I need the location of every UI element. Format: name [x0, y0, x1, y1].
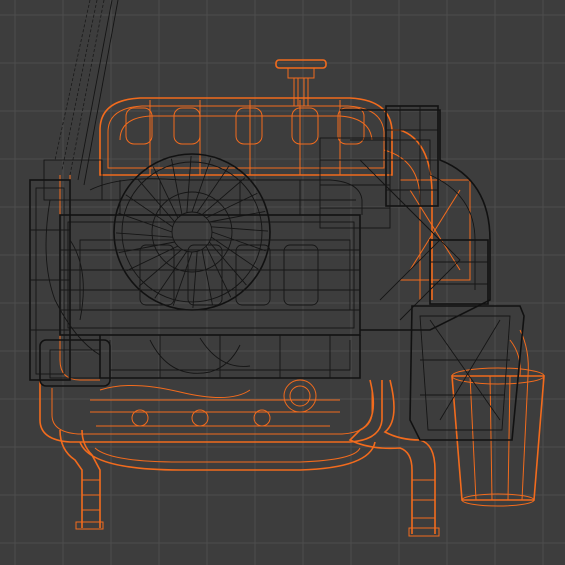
- flywheel-spoke: [191, 158, 212, 213]
- flywheel-spoke: [192, 251, 198, 309]
- timing-cover: [29, 159, 111, 387]
- oil-cup: [451, 329, 545, 507]
- flywheel-spoke: [171, 158, 183, 215]
- engine-block-selected-mesh[interactable]: [39, 59, 545, 537]
- flywheel-spoke: [172, 251, 193, 306]
- engine-components-wireframe[interactable]: [29, 105, 525, 441]
- viewport-canvas[interactable]: [0, 0, 565, 565]
- flywheel-spoke: [186, 155, 192, 213]
- lower-right-case: [409, 305, 525, 441]
- sump-details: [99, 385, 271, 427]
- radiator-cap: [275, 59, 327, 107]
- flywheel-spoke: [118, 212, 173, 233]
- flywheel-spoke: [118, 241, 175, 253]
- camera-guide-lines: [54, 0, 119, 186]
- 3d-viewport[interactable]: [0, 0, 565, 565]
- cylinders: [139, 244, 319, 306]
- flywheel-spoke: [211, 226, 269, 232]
- engine-skirt: [99, 335, 361, 379]
- flywheel-spoke: [211, 231, 266, 252]
- bellhousing: [319, 105, 491, 331]
- flywheel-spoke: [209, 211, 266, 223]
- flywheel: [113, 153, 271, 311]
- top-bosses: [125, 107, 365, 145]
- crank-block: [59, 214, 361, 336]
- flywheel-spoke: [115, 232, 173, 238]
